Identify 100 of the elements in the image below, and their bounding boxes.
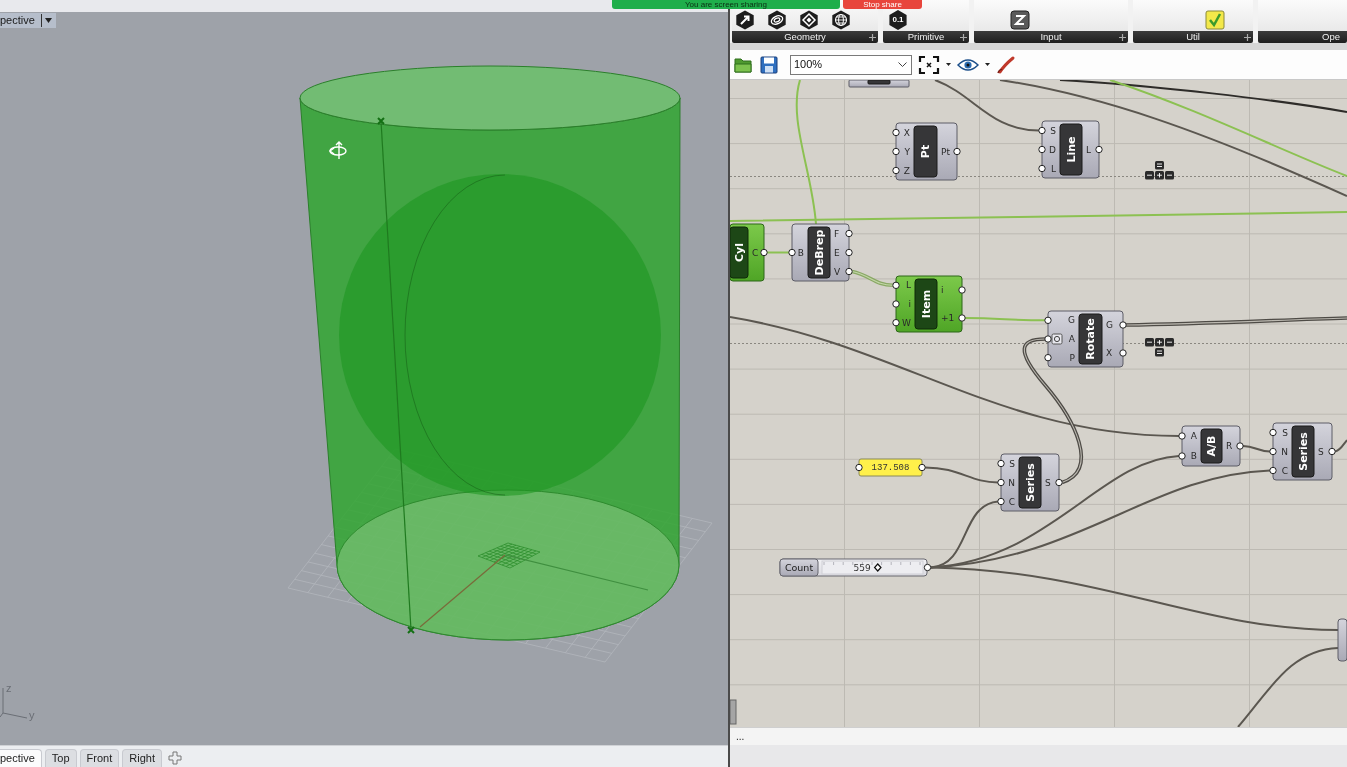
panel-menu-button[interactable]: Input	[974, 31, 1128, 43]
panel-menu-button[interactable]: Util	[1133, 31, 1253, 43]
port-icon[interactable]	[1269, 428, 1277, 437]
port-icon[interactable]	[1269, 447, 1277, 456]
input-label: Y	[904, 146, 910, 157]
arrow-pad-icon[interactable]	[1145, 161, 1174, 180]
port-icon[interactable]	[1236, 442, 1244, 450]
port-icon[interactable]	[997, 478, 1005, 487]
port-icon[interactable]	[1044, 335, 1052, 343]
component-node[interactable]: Line S D L L	[1038, 120, 1103, 179]
port-icon[interactable]	[892, 318, 900, 327]
number-panel[interactable]: 137.508	[855, 458, 926, 477]
port-icon[interactable]	[845, 229, 853, 238]
input-label: L	[906, 280, 911, 291]
port-icon[interactable]	[1178, 432, 1186, 440]
zoom-dropdown[interactable]: 100%	[790, 54, 912, 75]
port-icon[interactable]	[1038, 164, 1046, 173]
viewport-tab[interactable]: Right	[122, 749, 162, 767]
port-icon[interactable]	[1044, 353, 1052, 362]
output-label: S	[1045, 477, 1051, 488]
number-param-button[interactable]: 0.1	[888, 10, 908, 30]
add-icon[interactable]	[168, 751, 182, 765]
component-node[interactable]	[848, 80, 910, 88]
chevron-down-icon	[898, 62, 907, 67]
check-tile-icon[interactable]	[1205, 10, 1225, 30]
wire	[851, 269, 894, 288]
panel-menu-button[interactable]: Geometry	[732, 31, 878, 43]
port-icon[interactable]	[1055, 478, 1063, 487]
output-label: i	[941, 285, 944, 295]
port-icon[interactable]	[1178, 452, 1186, 460]
port-icon[interactable]	[1119, 321, 1127, 329]
viewport-title-button[interactable]: pective	[0, 13, 56, 28]
diamond-icon[interactable]	[799, 10, 819, 30]
wire	[766, 251, 790, 254]
port-icon[interactable]	[918, 463, 926, 472]
input-label: A	[1068, 334, 1075, 344]
input-label: C	[1281, 465, 1288, 476]
port-icon[interactable]	[892, 166, 900, 175]
input-label: L	[1051, 163, 1056, 174]
save-icon[interactable]	[759, 54, 779, 75]
rings-icon[interactable]	[767, 10, 787, 30]
port-icon[interactable]	[1095, 145, 1103, 154]
port-icon[interactable]	[855, 463, 863, 472]
port-icon[interactable]	[892, 147, 900, 156]
viewport-tab[interactable]: Top	[44, 749, 77, 767]
port-icon[interactable]	[958, 286, 966, 294]
screen-share-banner: You are screen sharing	[612, 0, 840, 9]
port-icon[interactable]	[997, 497, 1005, 506]
component-node[interactable]: Pt X Y Z Pt	[892, 122, 961, 181]
port-icon[interactable]	[892, 281, 900, 290]
slider-value: 559	[853, 562, 871, 573]
arrow-icon[interactable]	[735, 10, 755, 30]
slider-label: Count	[784, 562, 814, 573]
port-icon[interactable]	[953, 147, 961, 156]
port-icon[interactable]	[760, 248, 768, 257]
input-label: W	[902, 317, 911, 328]
input-label: S	[1050, 125, 1056, 136]
port-icon[interactable]	[1119, 349, 1127, 357]
port-icon[interactable]	[845, 248, 853, 257]
input-label: A	[1190, 431, 1197, 441]
port-icon[interactable]	[1328, 447, 1336, 456]
input-label: N	[1281, 446, 1288, 457]
zigzag-tile-icon[interactable]	[1010, 10, 1030, 30]
wireframe-ball-icon[interactable]	[831, 10, 851, 30]
panel-value: 137.508	[871, 462, 910, 473]
port-icon[interactable]	[892, 128, 900, 137]
scroll-handle[interactable]	[730, 699, 737, 725]
port-icon[interactable]	[997, 459, 1005, 468]
component-name: Pt	[919, 144, 932, 159]
slider-handle[interactable]	[873, 563, 882, 572]
brush-icon[interactable]	[996, 54, 1016, 75]
caret-icon[interactable]	[946, 63, 951, 66]
component-node[interactable]: Cyl C	[730, 223, 768, 282]
viewport-tab[interactable]: pective	[0, 749, 42, 767]
frame-icon[interactable]	[918, 54, 940, 75]
panel-menu-button[interactable]: Primitive	[883, 31, 969, 43]
port-icon[interactable]	[1038, 126, 1046, 135]
output-label: Pt	[941, 146, 950, 157]
eye-icon[interactable]	[957, 57, 979, 72]
port-icon[interactable]	[958, 314, 966, 322]
viewport-tab[interactable]: Front	[79, 749, 120, 767]
axes-icon	[0, 687, 28, 719]
stop-share-button[interactable]: Stop share	[843, 0, 922, 9]
caret-icon[interactable]	[985, 63, 990, 66]
port-icon[interactable]	[892, 300, 900, 308]
port-icon[interactable]	[923, 563, 932, 572]
input-label: S	[1282, 427, 1288, 438]
port-icon[interactable]	[1269, 466, 1277, 475]
point-marker-icon	[407, 626, 415, 634]
port-icon[interactable]	[1044, 316, 1052, 325]
port-icon[interactable]	[1038, 145, 1046, 154]
port-icon[interactable]	[788, 248, 796, 257]
component-name: Line	[1064, 136, 1078, 163]
arrow-pad-icon[interactable]	[1145, 338, 1174, 357]
port-icon[interactable]	[845, 267, 853, 276]
component-name: Series	[1296, 432, 1310, 471]
panel-menu-button[interactable]: Ope	[1258, 31, 1347, 43]
status-text: ...	[736, 730, 745, 744]
component-name: Cyl	[732, 243, 746, 262]
component-node[interactable]	[1337, 618, 1347, 662]
